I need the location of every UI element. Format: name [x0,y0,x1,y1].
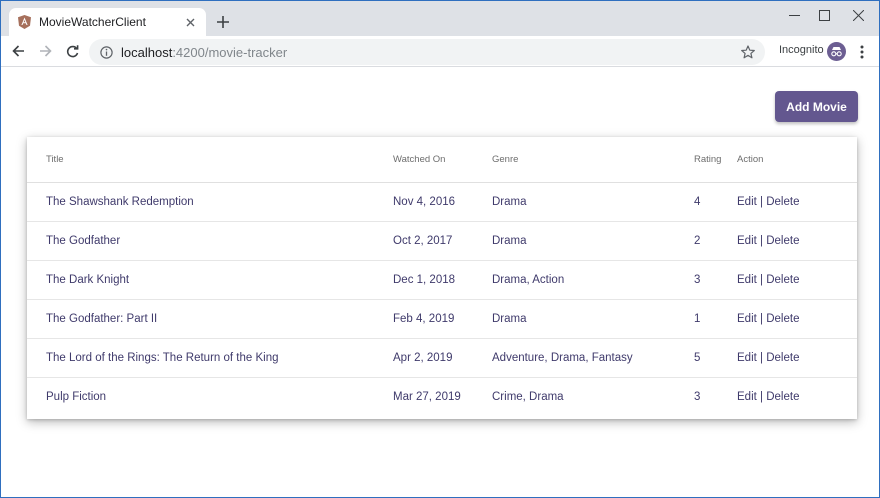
menu-dots-icon[interactable] [855,43,869,61]
cell-watched-on: Mar 27, 2019 [393,391,461,403]
table-row: The Godfather Oct 2, 2017 Drama 2 Edit |… [27,222,857,261]
cell-action: Edit | Delete [737,313,799,325]
cell-title: The Godfather [46,235,121,247]
cell-rating: 1 [694,313,701,325]
table-row: The Lord of the Rings: The Return of the… [27,339,857,378]
edit-link[interactable]: Edit [737,196,757,208]
cell-action: Edit | Delete [737,391,799,403]
angular-favicon-icon [17,15,31,29]
address-bar[interactable]: localhost:4200/movie-tracker [89,39,765,65]
delete-link[interactable]: Delete [766,313,799,325]
action-separator: | [760,235,764,247]
browser-toolbar: localhost:4200/movie-tracker Incognito [1,36,879,67]
table-row: The Dark Knight Dec 1, 2018 Drama, Actio… [27,261,857,300]
cell-watched-on: Apr 2, 2019 [393,352,453,364]
table-header: Title Watched On Genre Rating Action [27,137,857,183]
cell-watched-on: Oct 2, 2017 [393,235,453,247]
page-content: Add Movie Title Watched On Genre Rating … [1,68,879,497]
action-separator: | [760,313,764,325]
delete-link[interactable]: Delete [766,196,799,208]
cell-watched-on: Feb 4, 2019 [393,313,455,325]
cell-genre: Drama [492,313,527,325]
cell-rating: 5 [694,352,701,364]
cell-title: The Shawshank Redemption [46,196,194,208]
action-separator: | [760,274,764,286]
edit-link[interactable]: Edit [737,274,757,286]
edit-link[interactable]: Edit [737,235,757,247]
action-separator: | [760,391,764,403]
cell-rating: 2 [694,235,701,247]
cell-rating: 3 [694,274,701,286]
close-icon[interactable] [182,14,198,30]
forward-arrow-icon[interactable] [34,40,56,62]
add-movie-button[interactable]: Add Movie [775,91,858,122]
column-header-action: Action [737,154,764,165]
window-close-icon[interactable] [835,1,879,29]
tab-strip: MovieWatcherClient [1,1,879,36]
browser-tab[interactable]: MovieWatcherClient [9,8,206,36]
table-row: Pulp Fiction Mar 27, 2019 Crime, Drama 3… [27,378,857,417]
cell-action: Edit | Delete [737,235,799,247]
cell-rating: 4 [694,196,701,208]
cell-watched-on: Nov 4, 2016 [393,196,456,208]
cell-genre: Drama, Action [492,274,565,286]
action-separator: | [760,196,764,208]
edit-link[interactable]: Edit [737,352,757,364]
cell-rating: 3 [694,391,701,403]
url-host: localhost [121,44,173,60]
cell-action: Edit | Delete [737,352,799,364]
reload-icon[interactable] [61,40,83,62]
column-header-genre[interactable]: Genre [492,154,518,165]
cell-title: Pulp Fiction [46,391,107,403]
action-separator: | [760,352,764,364]
back-arrow-icon[interactable] [7,40,29,62]
column-header-watched-on[interactable]: Watched On [393,154,445,165]
column-header-rating[interactable]: Rating [694,154,721,165]
star-icon[interactable] [739,43,757,61]
cell-genre: Drama [492,235,527,247]
edit-link[interactable]: Edit [737,313,757,325]
delete-link[interactable]: Delete [766,235,799,247]
cell-genre: Drama [492,196,527,208]
movies-table: Title Watched On Genre Rating Action The… [27,137,857,419]
cell-action: Edit | Delete [737,274,799,286]
column-header-title[interactable]: Title [46,154,64,165]
tab-title: MovieWatcherClient [39,15,146,29]
cell-title: The Godfather: Part II [46,313,158,325]
cell-title: The Dark Knight [46,274,130,286]
edit-link[interactable]: Edit [737,391,757,403]
cell-action: Edit | Delete [737,196,799,208]
cell-watched-on: Dec 1, 2018 [393,274,456,286]
cell-genre: Adventure, Drama, Fantasy [492,352,633,364]
info-icon[interactable] [99,45,113,59]
cell-genre: Crime, Drama [492,391,564,403]
table-row: The Godfather: Part II Feb 4, 2019 Drama… [27,300,857,339]
delete-link[interactable]: Delete [766,274,799,286]
url-path: :4200/movie-tracker [172,44,288,60]
cell-title: The Lord of the Rings: The Return of the… [46,352,279,364]
browser-window: MovieWatcherClient localhost:4200/movie… [0,0,880,498]
incognito-label: Incognito [779,44,824,56]
incognito-icon[interactable] [827,42,846,61]
delete-link[interactable]: Delete [766,352,799,364]
table-row: The Shawshank Redemption Nov 4, 2016 Dra… [27,183,857,222]
delete-link[interactable]: Delete [766,391,799,403]
plus-icon[interactable] [213,12,233,32]
